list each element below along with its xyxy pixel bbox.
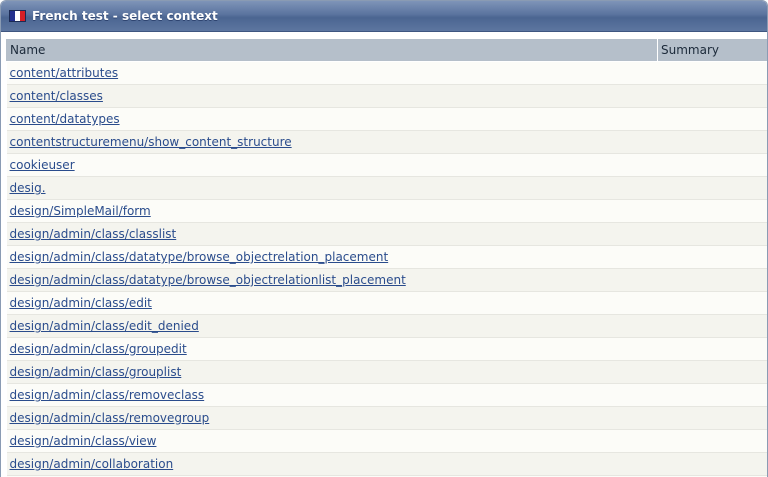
context-table: Name Summary content/attributes content/c… xyxy=(6,38,768,477)
context-summary-cell xyxy=(658,85,768,108)
context-link[interactable]: design/admin/class/edit xyxy=(10,296,152,310)
context-name-cell: design/admin/class/view xyxy=(7,430,658,453)
context-link[interactable]: design/SimpleMail/form xyxy=(10,204,151,218)
context-link[interactable]: design/admin/class/classlist xyxy=(10,227,177,241)
context-name-cell: content/attributes xyxy=(7,62,658,85)
context-link[interactable]: content/classes xyxy=(10,89,103,103)
context-name-cell: design/SimpleMail/form xyxy=(7,200,658,223)
context-summary-cell xyxy=(658,430,768,453)
table-row: design/admin/class/removegroup xyxy=(7,407,768,430)
context-link[interactable]: design/admin/class/datatype/browse_objec… xyxy=(10,250,389,264)
table-row: content/classes xyxy=(7,85,768,108)
context-summary-cell xyxy=(658,361,768,384)
window-title: French test - select context xyxy=(32,9,218,23)
context-summary-cell xyxy=(658,292,768,315)
context-name-cell: design/admin/class/edit xyxy=(7,292,658,315)
context-summary-cell xyxy=(658,453,768,476)
context-link[interactable]: design/admin/class/grouplist xyxy=(10,365,182,379)
table-row: cookieuser xyxy=(7,154,768,177)
table-row: design/admin/class/grouplist xyxy=(7,361,768,384)
context-name-cell: content/datatypes xyxy=(7,108,658,131)
context-link[interactable]: content/datatypes xyxy=(10,112,120,126)
context-table-body: content/attributes content/classes content… xyxy=(7,62,768,477)
context-name-cell: design/admin/class/grouplist xyxy=(7,361,658,384)
table-row: design/admin/class/view xyxy=(7,430,768,453)
table-row: desig. xyxy=(7,177,768,200)
context-link[interactable]: design/admin/class/datatype/browse_objec… xyxy=(10,273,406,287)
context-name-cell: cookieuser xyxy=(7,154,658,177)
context-summary-cell xyxy=(658,200,768,223)
context-summary-cell xyxy=(658,131,768,154)
context-link[interactable]: design/admin/class/edit_denied xyxy=(10,319,199,333)
context-summary-cell xyxy=(658,108,768,131)
summary-column-header: Summary xyxy=(658,39,768,62)
name-column-header: Name xyxy=(7,39,658,62)
context-link[interactable]: cookieuser xyxy=(10,158,75,172)
table-row: design/admin/class/edit_denied xyxy=(7,315,768,338)
context-summary-cell xyxy=(658,338,768,361)
context-name-cell: design/admin/class/edit_denied xyxy=(7,315,658,338)
context-summary-cell xyxy=(658,223,768,246)
context-summary-cell xyxy=(658,62,768,85)
context-link[interactable]: design/admin/collaboration xyxy=(10,457,174,471)
context-name-cell: desig. xyxy=(7,177,658,200)
table-row: contentstructuremenu/show_content_struct… xyxy=(7,131,768,154)
context-name-cell: design/admin/collaboration xyxy=(7,453,658,476)
table-row: design/admin/class/datatype/browse_objec… xyxy=(7,269,768,292)
context-name-cell: design/admin/class/removegroup xyxy=(7,407,658,430)
context-name-cell: design/admin/class/datatype/browse_objec… xyxy=(7,269,658,292)
context-summary-cell xyxy=(658,384,768,407)
context-link[interactable]: design/admin/class/groupedit xyxy=(10,342,187,356)
context-name-cell: design/admin/class/removeclass xyxy=(7,384,658,407)
context-select-window: French test - select context Name Summar… xyxy=(0,0,768,477)
french-flag-icon xyxy=(9,10,26,22)
context-summary-cell xyxy=(658,246,768,269)
context-link[interactable]: desig. xyxy=(10,181,46,195)
context-summary-cell xyxy=(658,177,768,200)
context-link[interactable]: design/admin/class/removeclass xyxy=(10,388,205,402)
table-header-row: Name Summary xyxy=(7,39,768,62)
context-list-panel: Name Summary content/attributes content/c… xyxy=(1,32,767,477)
context-link[interactable]: design/admin/class/removegroup xyxy=(10,411,210,425)
context-summary-cell xyxy=(658,407,768,430)
table-row: design/admin/class/classlist xyxy=(7,223,768,246)
table-row: design/admin/class/datatype/browse_objec… xyxy=(7,246,768,269)
table-row: design/SimpleMail/form xyxy=(7,200,768,223)
context-link[interactable]: contentstructuremenu/show_content_struct… xyxy=(10,135,292,149)
context-name-cell: contentstructuremenu/show_content_struct… xyxy=(7,131,658,154)
table-row: design/admin/class/removeclass xyxy=(7,384,768,407)
context-name-cell: content/classes xyxy=(7,85,658,108)
context-summary-cell xyxy=(658,154,768,177)
context-summary-cell xyxy=(658,315,768,338)
context-summary-cell xyxy=(658,269,768,292)
table-row: content/datatypes xyxy=(7,108,768,131)
table-row: design/admin/class/groupedit xyxy=(7,338,768,361)
table-row: design/admin/class/edit xyxy=(7,292,768,315)
context-link[interactable]: content/attributes xyxy=(10,66,119,80)
context-name-cell: design/admin/class/groupedit xyxy=(7,338,658,361)
context-name-cell: design/admin/class/datatype/browse_objec… xyxy=(7,246,658,269)
context-name-cell: design/admin/class/classlist xyxy=(7,223,658,246)
window-titlebar: French test - select context xyxy=(1,1,767,32)
table-row: design/admin/collaboration xyxy=(7,453,768,476)
context-link[interactable]: design/admin/class/view xyxy=(10,434,157,448)
table-row: content/attributes xyxy=(7,62,768,85)
